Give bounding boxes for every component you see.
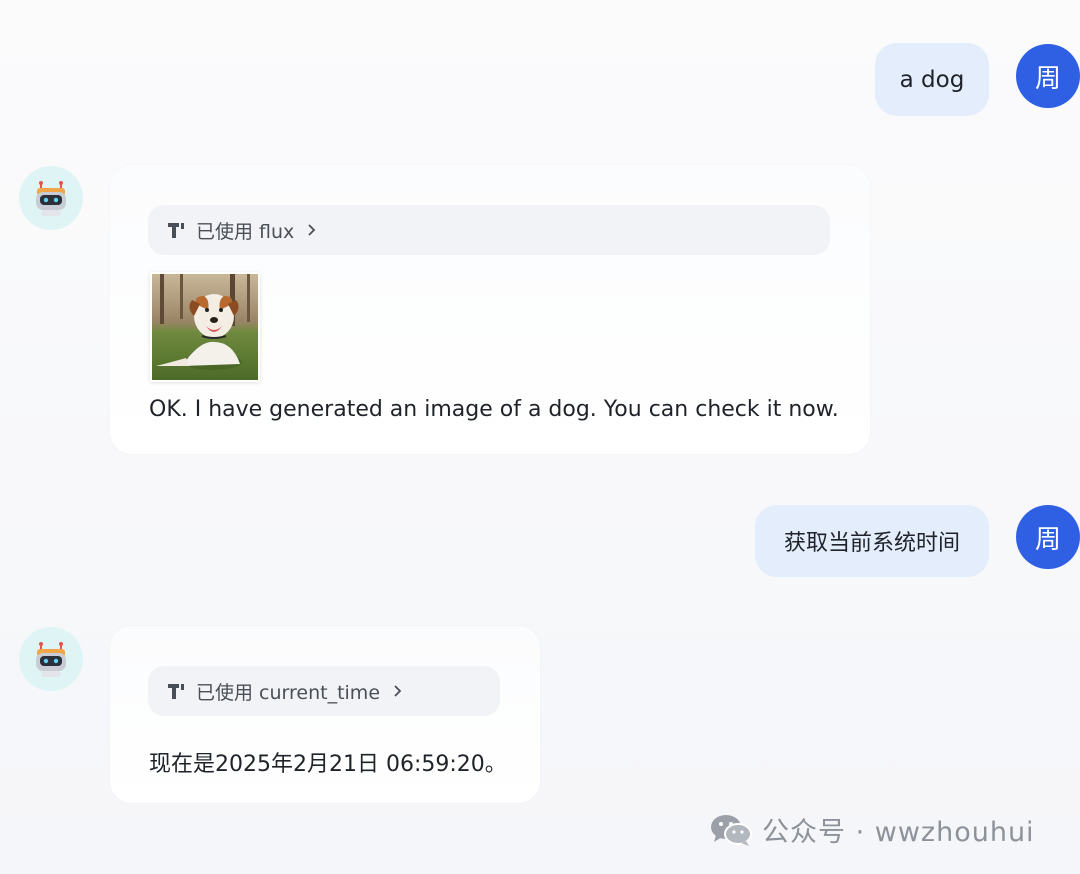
dog-image	[152, 274, 258, 380]
user-message-text: 获取当前系统时间	[783, 531, 960, 556]
bot-message-text: 现在是2025年2月21日 06:59:20。	[149, 752, 507, 777]
bot-avatar	[19, 627, 83, 691]
user-avatar[interactable]: 周	[1016, 44, 1080, 108]
tool-usage-label: 已使用 current_time	[196, 681, 381, 704]
user-message-text: a dog	[899, 66, 965, 93]
user-avatar-initial: 周	[1034, 63, 1061, 94]
bot-message-card: 已使用 current_time 现在是2025年2月21日 06:59:20。	[110, 626, 540, 803]
user-avatar[interactable]: 周	[1016, 505, 1080, 569]
chevron-right-icon	[306, 223, 318, 237]
user-avatar-initial: 周	[1034, 524, 1061, 555]
tool-icon	[168, 684, 184, 699]
watermark-text: 公众号 · wwzhouhui	[762, 817, 1035, 848]
user-message-bubble: a dog	[875, 43, 989, 116]
watermark: 公众号 · wwzhouhui	[710, 810, 1035, 849]
bot-avatar	[19, 166, 83, 230]
tool-usage-chip[interactable]: 已使用 current_time	[148, 666, 500, 716]
chevron-right-icon	[392, 684, 404, 698]
robot-icon	[36, 181, 66, 216]
tool-usage-label: 已使用 flux	[196, 220, 295, 243]
user-message-bubble: 获取当前系统时间	[755, 505, 989, 577]
bot-message-card: 已使用 flux OK. I have generated an image o…	[110, 165, 870, 454]
generated-image-thumbnail[interactable]	[150, 272, 260, 382]
bot-message-text: OK. I have generated an image of a dog. …	[149, 397, 839, 422]
wechat-icon	[710, 813, 752, 847]
tool-usage-chip[interactable]: 已使用 flux	[148, 205, 830, 255]
tool-icon	[168, 223, 184, 238]
robot-icon	[36, 642, 66, 677]
